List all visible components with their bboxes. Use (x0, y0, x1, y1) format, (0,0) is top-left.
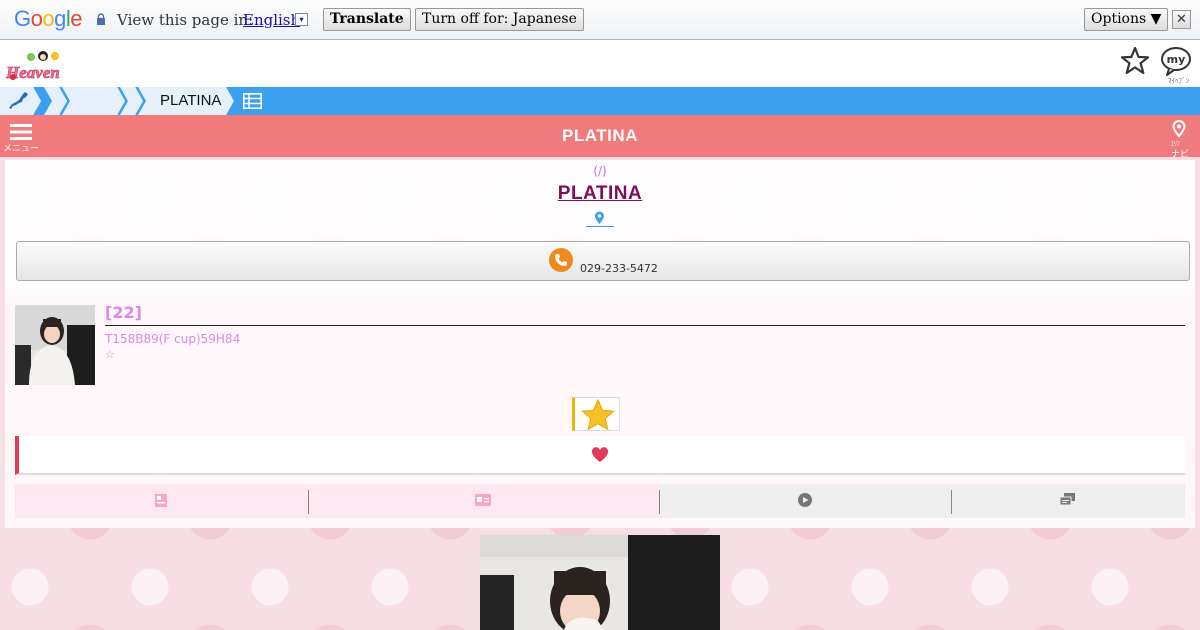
google-logo: Google (14, 6, 83, 31)
shop-name-link[interactable]: PLATINA (0, 183, 1200, 205)
tab-divider (308, 490, 309, 514)
list-icon[interactable] (243, 93, 262, 109)
language-select[interactable]: English (243, 11, 300, 29)
my-heaven-icon[interactable]: my (1160, 46, 1192, 76)
options-button[interactable]: Options ▼ (1084, 8, 1169, 31)
profile-age[interactable]: [22] (105, 303, 142, 322)
breadcrumb-current: PLATINA (160, 92, 222, 109)
call-button[interactable] (16, 241, 1190, 281)
japan-map-icon[interactable] (8, 91, 30, 111)
lock-icon (97, 13, 105, 25)
rating-star: ☆ (105, 348, 115, 361)
tab-divider (951, 490, 952, 514)
shop-map-link[interactable] (586, 210, 614, 227)
play-icon (798, 493, 812, 507)
breadcrumb: PLATINA (0, 87, 1200, 115)
translate-bar: Google View this page in: English ▾ Tran… (0, 0, 1200, 40)
turn-off-button[interactable]: Turn off for: Japanese (415, 8, 584, 31)
my-caption: ﾏｲﾍﾌﾞﾝ (1168, 77, 1189, 85)
profile-card-icon (155, 494, 167, 507)
location-icon (595, 211, 604, 224)
id-card-icon (475, 494, 491, 506)
profile-specs: T158B89(F cup)59H84 (105, 332, 241, 346)
page-title: PLATINA (562, 126, 638, 145)
translate-button[interactable]: Translate (323, 8, 411, 31)
messages-icon (1060, 493, 1075, 506)
phone-number[interactable]: 029-233-5472 (580, 262, 658, 275)
star-outline-icon[interactable] (1120, 46, 1150, 76)
area-label: (/) (593, 164, 607, 178)
profile-divider (105, 325, 1185, 326)
heart-icon[interactable] (591, 447, 609, 463)
phone-icon (549, 248, 573, 272)
close-icon[interactable]: ✕ (1172, 10, 1191, 29)
star-icon (581, 399, 615, 431)
chevron-down-icon[interactable]: ▾ (295, 13, 308, 26)
map-pin-icon[interactable] (1172, 120, 1186, 138)
site-header: Heaven (0, 40, 1200, 87)
profile-photo[interactable] (480, 535, 720, 630)
profile-thumbnail[interactable] (15, 305, 95, 385)
favorite-button[interactable] (572, 397, 620, 431)
my-label: my (1167, 53, 1186, 66)
nav-bar: メニュー PLATINA ｴﾘｱ ナビ (0, 115, 1200, 160)
profile-tabs (15, 484, 1185, 518)
view-page-text: View this page in: (117, 11, 254, 29)
heaven-logo[interactable]: Heaven (5, 50, 69, 82)
tab-divider (659, 490, 660, 514)
